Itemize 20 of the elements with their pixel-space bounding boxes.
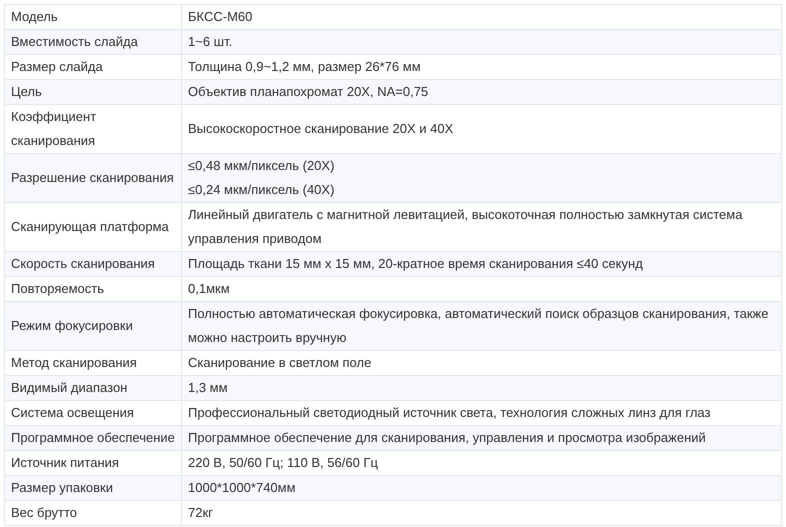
table-cell: Видимый диапазон <box>4 376 182 400</box>
table-cell: Скорость сканирования <box>4 252 182 276</box>
table-cell: Полностью автоматическая фокусировка, автоматический поиск образцов сканирования, также можно настроить вручную <box>182 302 782 350</box>
table-cell: Объектив планапохромат 20X, NA=0,75 <box>182 80 782 104</box>
table-cell: Модель <box>4 4 182 30</box>
table-cell: Размер упаковки <box>4 476 182 500</box>
table-cell: Цель <box>4 80 182 104</box>
table-cell: ≤0,48 мкм/пиксель (20X) ≤0,24 мкм/пиксель (40X) <box>182 154 782 202</box>
table-cell: Режим фокусировки <box>4 302 182 350</box>
table-cell: Разрешение сканирования <box>4 154 182 202</box>
table-cell: БКСС-М60 <box>182 4 782 30</box>
table-cell: Программное обеспечение <box>4 426 182 450</box>
table-cell: Вместимость слайда <box>4 30 182 54</box>
table-cell: Программное обеспечение для сканирования, управления и просмотра изображений <box>182 426 782 450</box>
table-cell: 1~6 шт. <box>182 30 782 54</box>
table-cell: 1000*1000*740мм <box>182 476 782 500</box>
table-cell: 1,3 мм <box>182 376 782 400</box>
table-cell: 72кг <box>182 500 782 526</box>
table-cell: Площадь ткани 15 мм x 15 мм, 20-кратное время сканирования ≤40 секунд <box>182 252 782 276</box>
table-cell: Вес брутто <box>4 500 182 526</box>
